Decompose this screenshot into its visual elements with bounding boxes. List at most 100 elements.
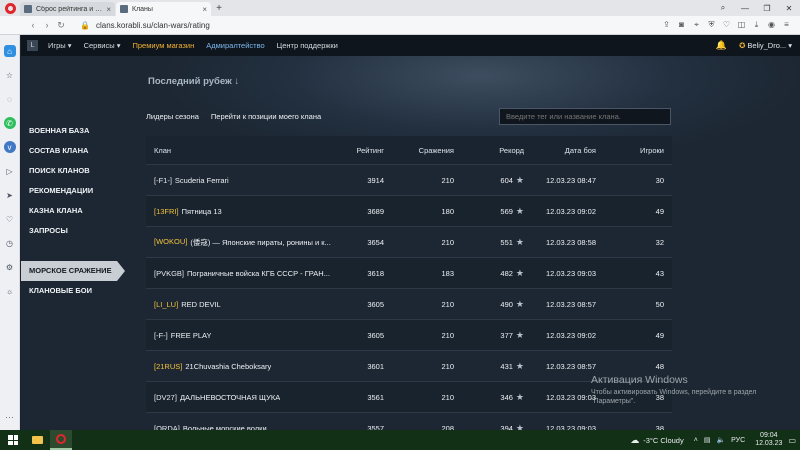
rating-cell: 3689: [367, 206, 384, 216]
date-cell: 12.03.23 08:57: [545, 361, 596, 371]
column-rating[interactable]: Рейтинг: [346, 146, 384, 155]
close-tab-icon[interactable]: ×: [202, 5, 207, 14]
send-icon[interactable]: ➤: [4, 189, 16, 201]
tab-active[interactable]: Кланы ×: [116, 2, 211, 16]
menu-item-requests[interactable]: ЗАПРОСЫ: [21, 221, 126, 241]
clan-cell[interactable]: [PVKGB] Пограничные войска КГБ СССР - ГРА…: [146, 269, 346, 278]
nav-item-admiralty[interactable]: Адмиралтейство: [206, 41, 264, 50]
menu-item-clan-battles[interactable]: КЛАНОВЫЕ БОИ: [21, 281, 126, 301]
new-tab-button[interactable]: +: [212, 2, 226, 16]
subtabs: Лидеры сезона Перейти к позиции моего кл…: [146, 112, 333, 121]
share-icon[interactable]: ⇪: [659, 20, 674, 30]
star-icon[interactable]: ☆: [4, 69, 16, 81]
clan-cell[interactable]: [DV27] ДАЛЬНЕВОСТОЧНАЯ ЩУКА: [146, 393, 346, 402]
clan-cell[interactable]: [LI_LU] RED DEVIL: [146, 300, 346, 309]
nav-item-games[interactable]: Игры ▾: [48, 41, 72, 50]
close-tab-icon[interactable]: ×: [106, 5, 111, 14]
table-row[interactable]: [-F-] FREE PLAY 3605 210 377 ★ 12.03.23 09:02 4…: [146, 319, 672, 350]
taskbar-file-explorer[interactable]: [26, 430, 48, 450]
players-cell: 43: [655, 268, 664, 278]
nav-item-services[interactable]: Сервисы ▾: [84, 41, 121, 50]
menu-item-clan-search[interactable]: ПОИСК КЛАНОВ: [21, 161, 126, 181]
clan-cell[interactable]: [-F1-] Scuderia Ferrari: [146, 176, 346, 185]
menu-item-military-base[interactable]: ВОЕННАЯ БАЗА: [21, 121, 126, 141]
vk-icon[interactable]: v: [3, 141, 16, 153]
tab-title: Сброс рейтинга и истори...: [36, 5, 103, 13]
bookmark-heart-icon[interactable]: ♡: [719, 20, 734, 30]
reload-icon[interactable]: ↻: [54, 20, 68, 31]
menu-item-treasury[interactable]: КАЗНА КЛАНА: [21, 201, 126, 221]
notifications-bell-icon[interactable]: 🔔: [716, 40, 727, 51]
table-row[interactable]: [LI_LU] RED DEVIL 3605 210 490 ★ 12.03.23 08:5…: [146, 288, 672, 319]
menu-item-naval-battle[interactable]: МОРСКОЕ СРАЖЕНИЕ: [21, 261, 125, 281]
star-icon: ★: [515, 360, 524, 371]
menu-item-recommendations[interactable]: РЕКОМЕНДАЦИИ: [21, 181, 126, 201]
column-players[interactable]: Игроки: [596, 146, 664, 155]
menu-item-clan-roster[interactable]: СОСТАВ КЛАНА: [21, 141, 126, 161]
bulb-icon[interactable]: ☼: [4, 285, 16, 297]
clan-cell[interactable]: [-F-] FREE PLAY: [146, 331, 346, 340]
windows-activation-watermark: Активация Windows Чтобы активировать Win…: [591, 374, 781, 406]
url-field[interactable]: clans.korabli.su/clan-wars/rating: [96, 21, 210, 30]
column-clan[interactable]: Клан: [146, 146, 346, 155]
user-menu[interactable]: ✪ Beliy_Dro... ▾: [739, 41, 792, 50]
search-tabs-icon[interactable]: ⌕: [712, 3, 734, 13]
column-record[interactable]: Рекорд: [454, 146, 524, 155]
location-icon[interactable]: ⌖: [689, 20, 704, 30]
star-icon: ★: [515, 391, 524, 402]
forward-icon[interactable]: ›: [40, 20, 54, 30]
record-cell: 551 ★: [454, 237, 524, 248]
volume-icon[interactable]: 🔈: [716, 436, 725, 444]
profile-icon[interactable]: ◉: [764, 20, 779, 30]
clan-search-input[interactable]: [499, 108, 671, 125]
start-button[interactable]: [0, 435, 26, 445]
weather-text[interactable]: -3°C Cloudy: [643, 436, 684, 445]
home-icon[interactable]: ⌂: [3, 45, 16, 57]
nav-item-support[interactable]: Центр поддержки: [277, 41, 338, 50]
column-battles[interactable]: Сражения: [384, 146, 454, 155]
clan-cell[interactable]: [13FRI] Пятница 13: [146, 207, 346, 216]
notifications-icon[interactable]: ▭: [788, 436, 796, 445]
table-row[interactable]: [13FRI] Пятница 13 3689 180 569 ★ 12.03.23 09:…: [146, 195, 672, 226]
more-icon[interactable]: ···: [5, 412, 14, 422]
language-indicator[interactable]: РУС: [731, 437, 745, 444]
clan-cell[interactable]: [WOKOU] (倭寇) — Японские пираты, ронины и …: [146, 237, 346, 248]
tab-go-to-my-clan[interactable]: Перейти к позиции моего клана: [211, 112, 321, 121]
download-icon[interactable]: ⤓: [749, 20, 764, 30]
record-value: 490: [500, 299, 513, 309]
lock-icon[interactable]: 🔒: [80, 21, 90, 30]
tab-inactive[interactable]: Сброс рейтинга и истори... ×: [20, 2, 115, 16]
player-icon[interactable]: ▷: [4, 165, 16, 177]
close-window-icon[interactable]: ✕: [778, 4, 800, 13]
taskbar-opera[interactable]: [50, 430, 72, 450]
page-title[interactable]: Последний рубеж ↓: [148, 76, 239, 87]
table-row[interactable]: [PVKGB] Пограничные войска КГБ СССР - ГРА…: [146, 257, 672, 288]
history-icon[interactable]: ◷: [4, 237, 16, 249]
tab-season-leaders[interactable]: Лидеры сезона: [146, 112, 199, 121]
clan-menu: ВОЕННАЯ БАЗА СОСТАВ КЛАНА ПОИСК КЛАНОВ Р…: [21, 121, 126, 301]
table-row[interactable]: [-F1-] Scuderia Ferrari 3914 210 604 ★ 12.03.2…: [146, 164, 672, 195]
clan-cell[interactable]: [21RUS] 21Chuvashia Cheboksary: [146, 362, 346, 371]
back-icon[interactable]: ‹: [26, 20, 40, 30]
heart-icon[interactable]: ♡: [4, 213, 16, 225]
settings-icon[interactable]: ⚙: [4, 261, 16, 273]
opera-menu-icon[interactable]: [0, 0, 20, 16]
table-row[interactable]: [ORDA] Вольные морские волки 3557 208 394 ★ 12…: [146, 412, 672, 430]
network-icon[interactable]: ▤: [704, 436, 711, 444]
clock-time: 09:04: [760, 432, 778, 439]
maximize-icon[interactable]: ❐: [756, 4, 778, 13]
nav-item-premium-shop[interactable]: Премиум магазин: [133, 41, 195, 50]
cube-icon[interactable]: ◫: [734, 20, 749, 30]
table-row[interactable]: [WOKOU] (倭寇) — Японские пираты, ронины и …: [146, 226, 672, 257]
whatsapp-icon[interactable]: ✆: [3, 117, 16, 129]
shield-icon[interactable]: ⛨: [704, 20, 719, 30]
lesta-logo-icon[interactable]: L: [27, 40, 38, 51]
tray-chevron-icon[interactable]: ˄: [694, 437, 698, 444]
column-date[interactable]: Дата боя: [524, 146, 596, 155]
clock[interactable]: 09:04 12.03.23: [755, 432, 782, 448]
messenger-icon[interactable]: ◌: [4, 93, 16, 105]
minimize-icon[interactable]: —: [734, 4, 756, 13]
camera-icon[interactable]: ◙: [674, 20, 689, 30]
easy-setup-icon[interactable]: ≡: [779, 20, 794, 30]
star-icon: ★: [515, 236, 524, 247]
